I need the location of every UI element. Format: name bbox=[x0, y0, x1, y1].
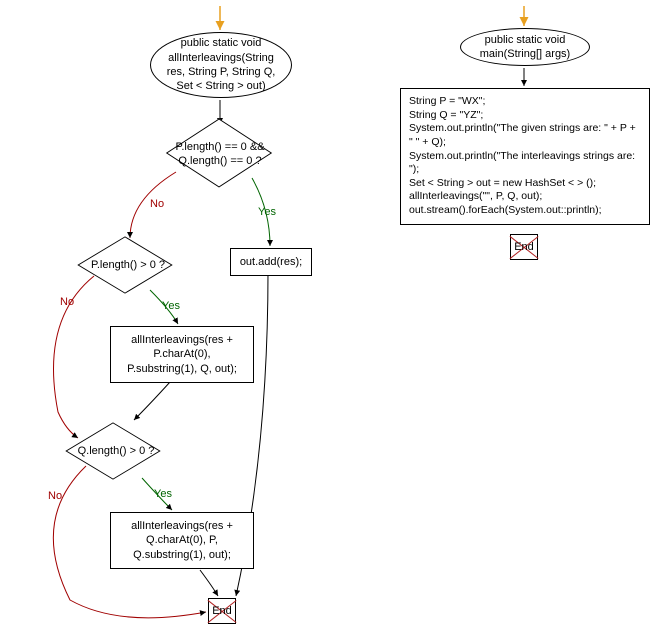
decision-q-len: Q.length() > 0 ? bbox=[58, 426, 178, 478]
func1-signature: public static void allInterleavings(Stri… bbox=[150, 32, 292, 98]
label-yes: Yes bbox=[258, 206, 276, 218]
stmt-out-add: out.add(res); bbox=[230, 248, 312, 276]
decision-both-empty: P.length() == 0 && Q.length() == 0 ? bbox=[160, 126, 280, 186]
decision-p-len: P.length() > 0 ? bbox=[70, 240, 190, 292]
end-node-2: End bbox=[510, 234, 538, 260]
label-no: No bbox=[60, 296, 74, 308]
stmt-rec1: allInterleavings(res + P.charAt(0), P.su… bbox=[110, 326, 254, 383]
end-label: End bbox=[514, 241, 534, 253]
end-node-1: End bbox=[208, 598, 236, 624]
func2-signature: public static void main(String[] args) bbox=[460, 28, 590, 66]
label-no: No bbox=[150, 198, 164, 210]
main-body: String P = "WX"; String Q = "YZ"; System… bbox=[400, 88, 650, 225]
label-no: No bbox=[48, 490, 62, 502]
stmt-rec2: allInterleavings(res + Q.charAt(0), P, Q… bbox=[110, 512, 254, 569]
label-yes: Yes bbox=[162, 300, 180, 312]
label-yes: Yes bbox=[154, 488, 172, 500]
end-label: End bbox=[212, 605, 232, 617]
